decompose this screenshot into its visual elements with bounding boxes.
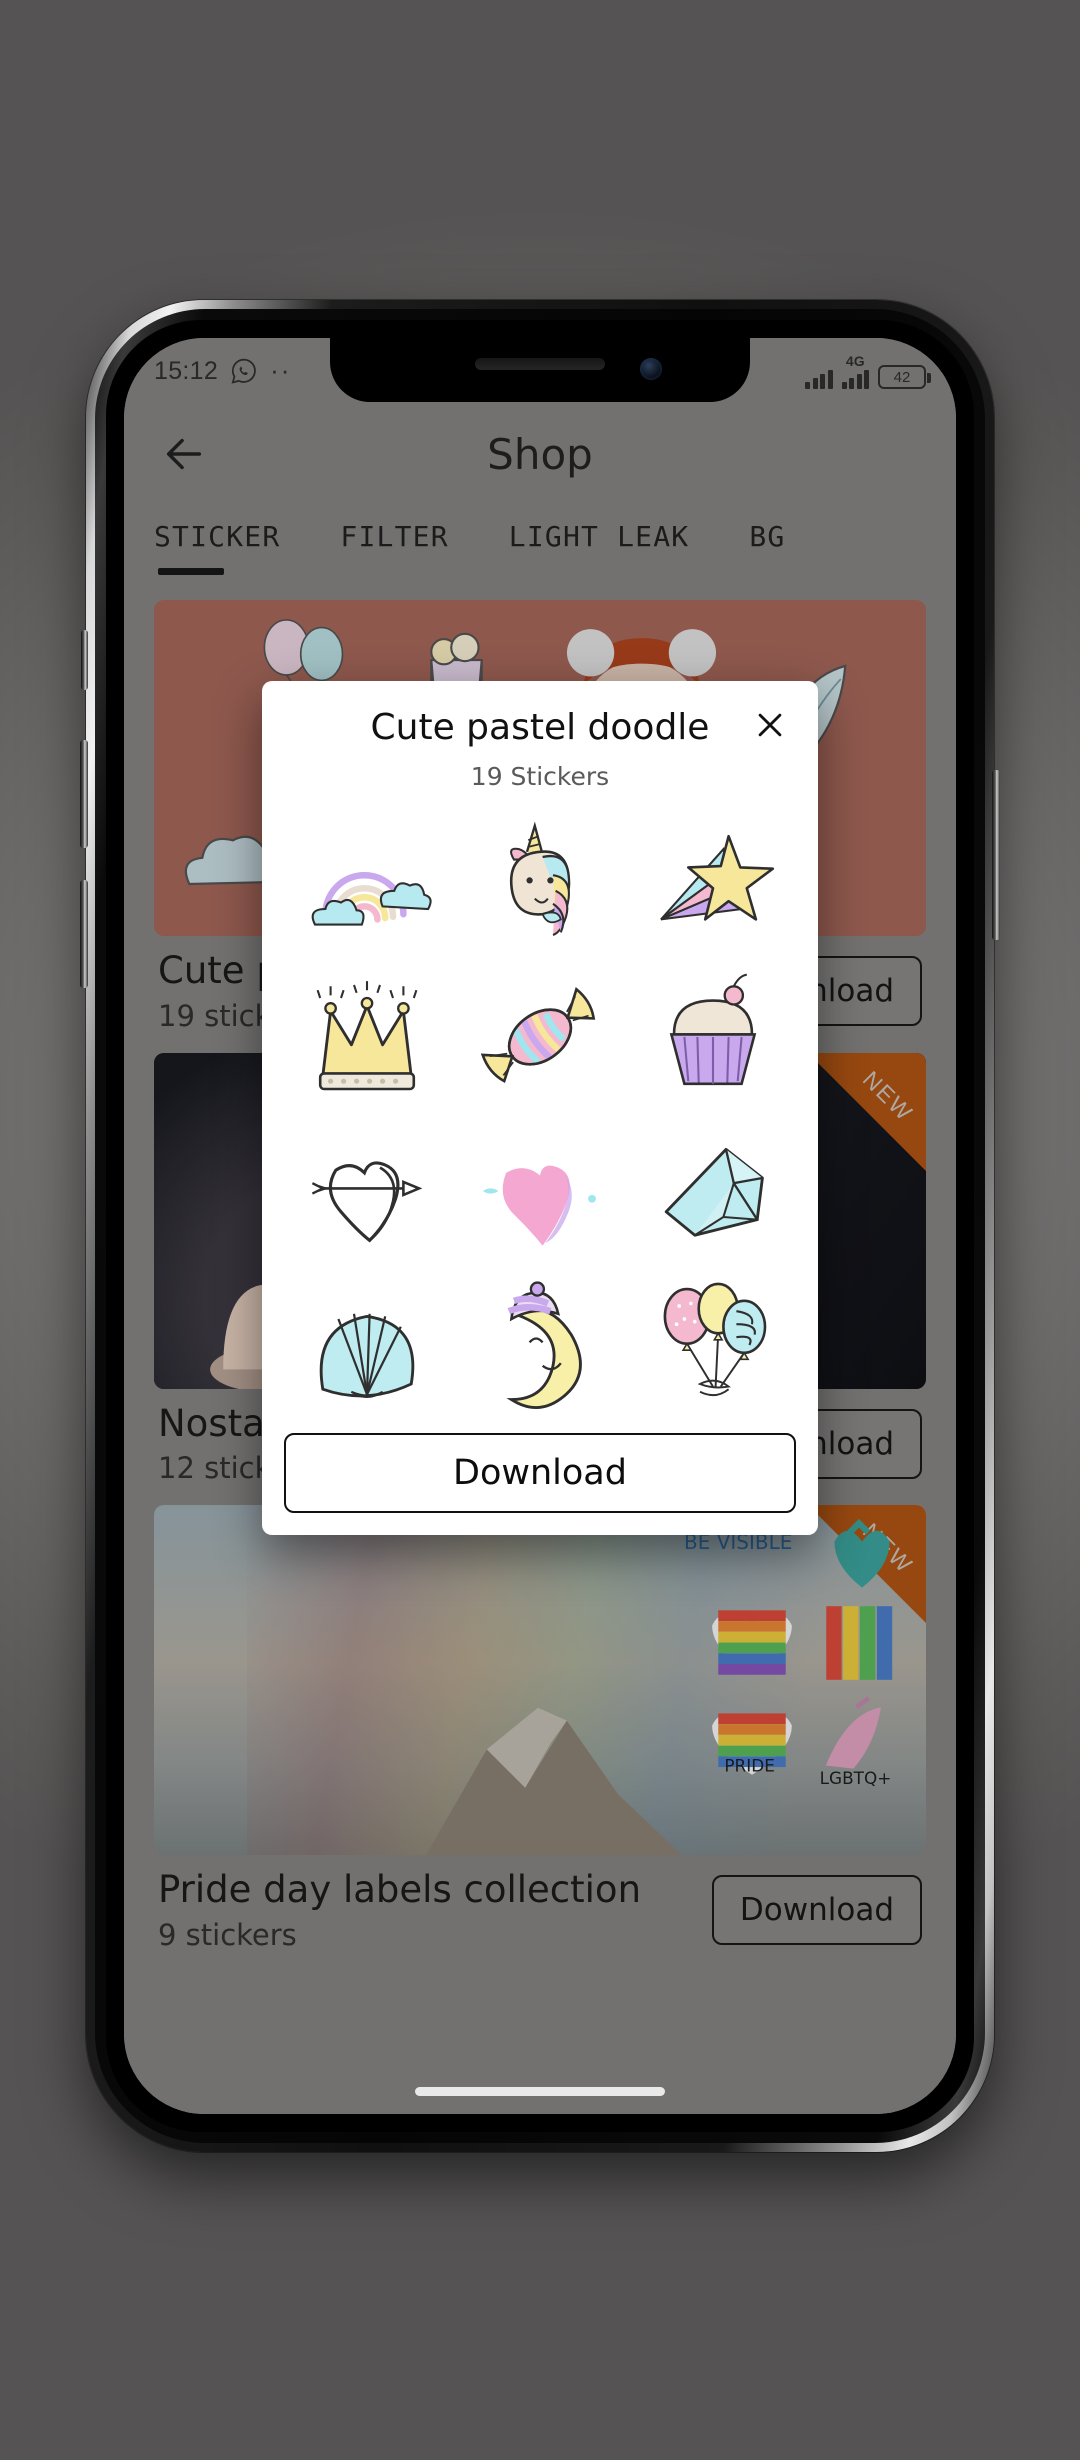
phone-screen: 15:12 ·· 4G 42 Shop STICKER FILTER LIGHT… (124, 338, 956, 2114)
candy-sticker[interactable] (457, 963, 624, 1111)
earpiece-speaker (475, 358, 605, 370)
close-icon[interactable] (750, 705, 790, 745)
sticker-pack-preview-dialog: Cute pastel doodle 19 Stickers Download (262, 681, 818, 1535)
volume-down-button[interactable] (80, 880, 88, 988)
volume-up-button[interactable] (80, 740, 88, 848)
seashell-sticker[interactable] (284, 1271, 451, 1419)
shooting-star-sticker[interactable] (629, 809, 796, 957)
dialog-download-button[interactable]: Download (284, 1433, 796, 1513)
phone-device-mockup: 15:12 ·· 4G 42 Shop STICKER FILTER LIGHT… (80, 300, 1000, 2152)
balloons-sticker[interactable] (629, 1271, 796, 1419)
sleeping-moon-sticker[interactable] (457, 1271, 624, 1419)
cupcake-sticker[interactable] (629, 963, 796, 1111)
device-notch (330, 338, 750, 402)
unicorn-head-sticker[interactable] (457, 809, 624, 957)
screen-bezel: 15:12 ·· 4G 42 Shop STICKER FILTER LIGHT… (106, 320, 974, 2132)
pink-painted-heart-sticker[interactable] (457, 1117, 624, 1265)
front-camera (640, 358, 662, 380)
dialog-header: Cute pastel doodle (284, 707, 796, 748)
rainbow-cloud-sticker[interactable] (284, 809, 451, 957)
mute-switch-button[interactable] (81, 630, 88, 690)
dialog-sticker-count: 19 Stickers (470, 762, 610, 791)
sticker-preview-grid (284, 809, 796, 1419)
heart-arrow-sticker[interactable] (284, 1117, 451, 1265)
shop-app-screen: 15:12 ·· 4G 42 Shop STICKER FILTER LIGHT… (124, 338, 956, 2114)
crown-sticker[interactable] (284, 963, 451, 1111)
gem-diamond-sticker[interactable] (629, 1117, 796, 1265)
home-indicator (415, 2087, 665, 2096)
power-button[interactable] (992, 770, 1000, 940)
dialog-title: Cute pastel doodle (370, 707, 710, 748)
